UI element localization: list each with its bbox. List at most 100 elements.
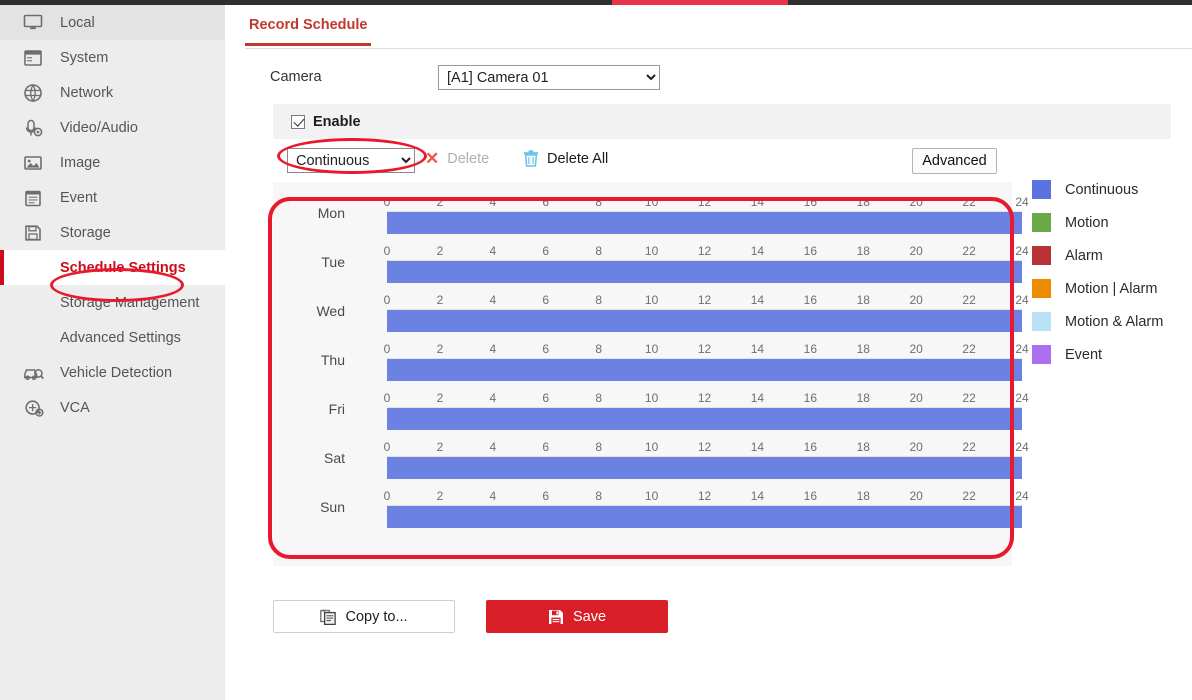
schedule-track[interactable] (387, 456, 1022, 478)
schedule-tick-label: 12 (698, 244, 711, 258)
schedule-segment[interactable] (387, 310, 1022, 332)
schedule-tick-label: 24 (1015, 195, 1028, 209)
legend-item-motion: Motion (1032, 206, 1192, 239)
schedule-tick-label: 22 (962, 244, 975, 258)
schedule-tick-label: 10 (645, 342, 658, 356)
schedule-row[interactable]: Fri024681012141618202224 (273, 383, 1012, 432)
sidebar-item-system[interactable]: System (0, 40, 225, 75)
schedule-tick-label: 24 (1015, 391, 1028, 405)
sidebar-subitem-label: Advanced Settings (60, 330, 181, 346)
schedule-row[interactable]: Wed024681012141618202224 (273, 285, 1012, 334)
sidebar-item-vehicle-detection[interactable]: Vehicle Detection (0, 355, 225, 390)
trash-icon (523, 150, 539, 167)
legend-color-swatch (1032, 312, 1051, 331)
schedule-segment[interactable] (387, 506, 1022, 528)
schedule-tick-label: 8 (595, 293, 602, 307)
schedule-tick-label: 24 (1015, 244, 1028, 258)
schedule-tick-label: 18 (857, 195, 870, 209)
vca-icon (22, 397, 44, 419)
schedule-track[interactable] (387, 260, 1022, 282)
tab-record-schedule[interactable]: Record Schedule (245, 10, 371, 46)
legend-color-swatch (1032, 345, 1051, 364)
schedule-panel[interactable]: Mon024681012141618202224Tue0246810121416… (273, 182, 1012, 566)
schedule-row[interactable]: Tue024681012141618202224 (273, 236, 1012, 285)
schedule-tick-label: 22 (962, 195, 975, 209)
sidebar-item-advanced-settings[interactable]: Advanced Settings (0, 320, 225, 355)
schedule-segment[interactable] (387, 261, 1022, 283)
sidebar-item-label: Storage (60, 225, 111, 241)
sidebar-item-storage-management[interactable]: Storage Management (0, 285, 225, 320)
enable-checkbox[interactable] (291, 115, 305, 129)
schedule-tick-label: 0 (384, 195, 391, 209)
record-type-select[interactable]: ContinuousMotionAlarmMotion | AlarmMotio… (287, 148, 415, 173)
sidebar-item-schedule-settings[interactable]: Schedule Settings (0, 250, 225, 285)
save-button[interactable]: Save (486, 600, 668, 633)
legend-color-swatch (1032, 246, 1051, 265)
sidebar-selection-accent (0, 250, 4, 285)
schedule-tick-label: 12 (698, 391, 711, 405)
calendar-icon (22, 187, 44, 209)
delete-all-button[interactable]: Delete All (523, 150, 608, 167)
schedule-tick-label: 22 (962, 342, 975, 356)
schedule-track[interactable] (387, 358, 1022, 380)
schedule-row[interactable]: Sun024681012141618202224 (273, 481, 1012, 530)
schedule-tick-label: 4 (489, 342, 496, 356)
schedule-tick-label: 16 (804, 342, 817, 356)
schedule-tick-label: 18 (857, 342, 870, 356)
schedule-segment[interactable] (387, 408, 1022, 430)
sidebar-item-event[interactable]: Event (0, 180, 225, 215)
floppy-icon (22, 222, 44, 244)
schedule-track[interactable] (387, 211, 1022, 233)
schedule-time-ruler: 024681012141618202224 (387, 342, 1022, 358)
sidebar-item-storage[interactable]: Storage (0, 215, 225, 250)
sidebar-item-image[interactable]: Image (0, 145, 225, 180)
schedule-segment[interactable] (387, 359, 1022, 381)
sidebar-nav-bottom: Vehicle DetectionVCA (0, 355, 225, 425)
schedule-track[interactable] (387, 505, 1022, 527)
schedule-tick-label: 22 (962, 293, 975, 307)
sidebar-item-network[interactable]: Network (0, 75, 225, 110)
schedule-row[interactable]: Thu024681012141618202224 (273, 334, 1012, 383)
schedule-tick-label: 8 (595, 195, 602, 209)
schedule-tick-label: 14 (751, 195, 764, 209)
schedule-day-label: Thu (293, 352, 345, 368)
schedule-tick-label: 12 (698, 293, 711, 307)
legend-item-continuous: Continuous (1032, 173, 1192, 206)
advanced-button[interactable]: Advanced (912, 148, 997, 174)
schedule-tick-label: 10 (645, 195, 658, 209)
camera-select[interactable]: [A1] Camera 01 (438, 65, 660, 90)
save-button-label: Save (573, 609, 606, 625)
delete-button[interactable]: ✕ Delete (425, 150, 489, 167)
schedule-segment[interactable] (387, 212, 1022, 234)
schedule-day-label: Sat (293, 450, 345, 466)
legend-item-label: Event (1065, 347, 1102, 363)
schedule-tick-label: 20 (909, 489, 922, 503)
sidebar-nav-sub: Schedule SettingsStorage Management Advan… (0, 250, 225, 355)
copy-to-button[interactable]: Copy to... (273, 600, 455, 633)
schedule-tick-label: 4 (489, 244, 496, 258)
schedule-tick-label: 16 (804, 391, 817, 405)
schedule-tick-label: 4 (489, 195, 496, 209)
sidebar-item-video-audio[interactable]: Video/Audio (0, 110, 225, 145)
schedule-track[interactable] (387, 407, 1022, 429)
schedule-day-label: Fri (293, 401, 345, 417)
schedule-tick-label: 16 (804, 440, 817, 454)
video-audio-icon (22, 117, 44, 139)
vehicle-detection-icon (22, 362, 44, 384)
schedule-tick-label: 2 (437, 440, 444, 454)
schedule-row[interactable]: Mon024681012141618202224 (273, 187, 1012, 236)
schedule-tick-label: 20 (909, 440, 922, 454)
schedule-tick-label: 12 (698, 195, 711, 209)
schedule-segment[interactable] (387, 457, 1022, 479)
schedule-tick-label: 8 (595, 342, 602, 356)
schedule-tick-label: 24 (1015, 489, 1028, 503)
sidebar-item-local[interactable]: Local (0, 5, 225, 40)
schedule-tick-label: 12 (698, 440, 711, 454)
schedule-track[interactable] (387, 309, 1022, 331)
sidebar-item-vca[interactable]: VCA (0, 390, 225, 425)
schedule-tick-label: 16 (804, 489, 817, 503)
schedule-tick-label: 8 (595, 489, 602, 503)
schedule-tick-label: 22 (962, 489, 975, 503)
schedule-tick-label: 22 (962, 440, 975, 454)
schedule-row[interactable]: Sat024681012141618202224 (273, 432, 1012, 481)
